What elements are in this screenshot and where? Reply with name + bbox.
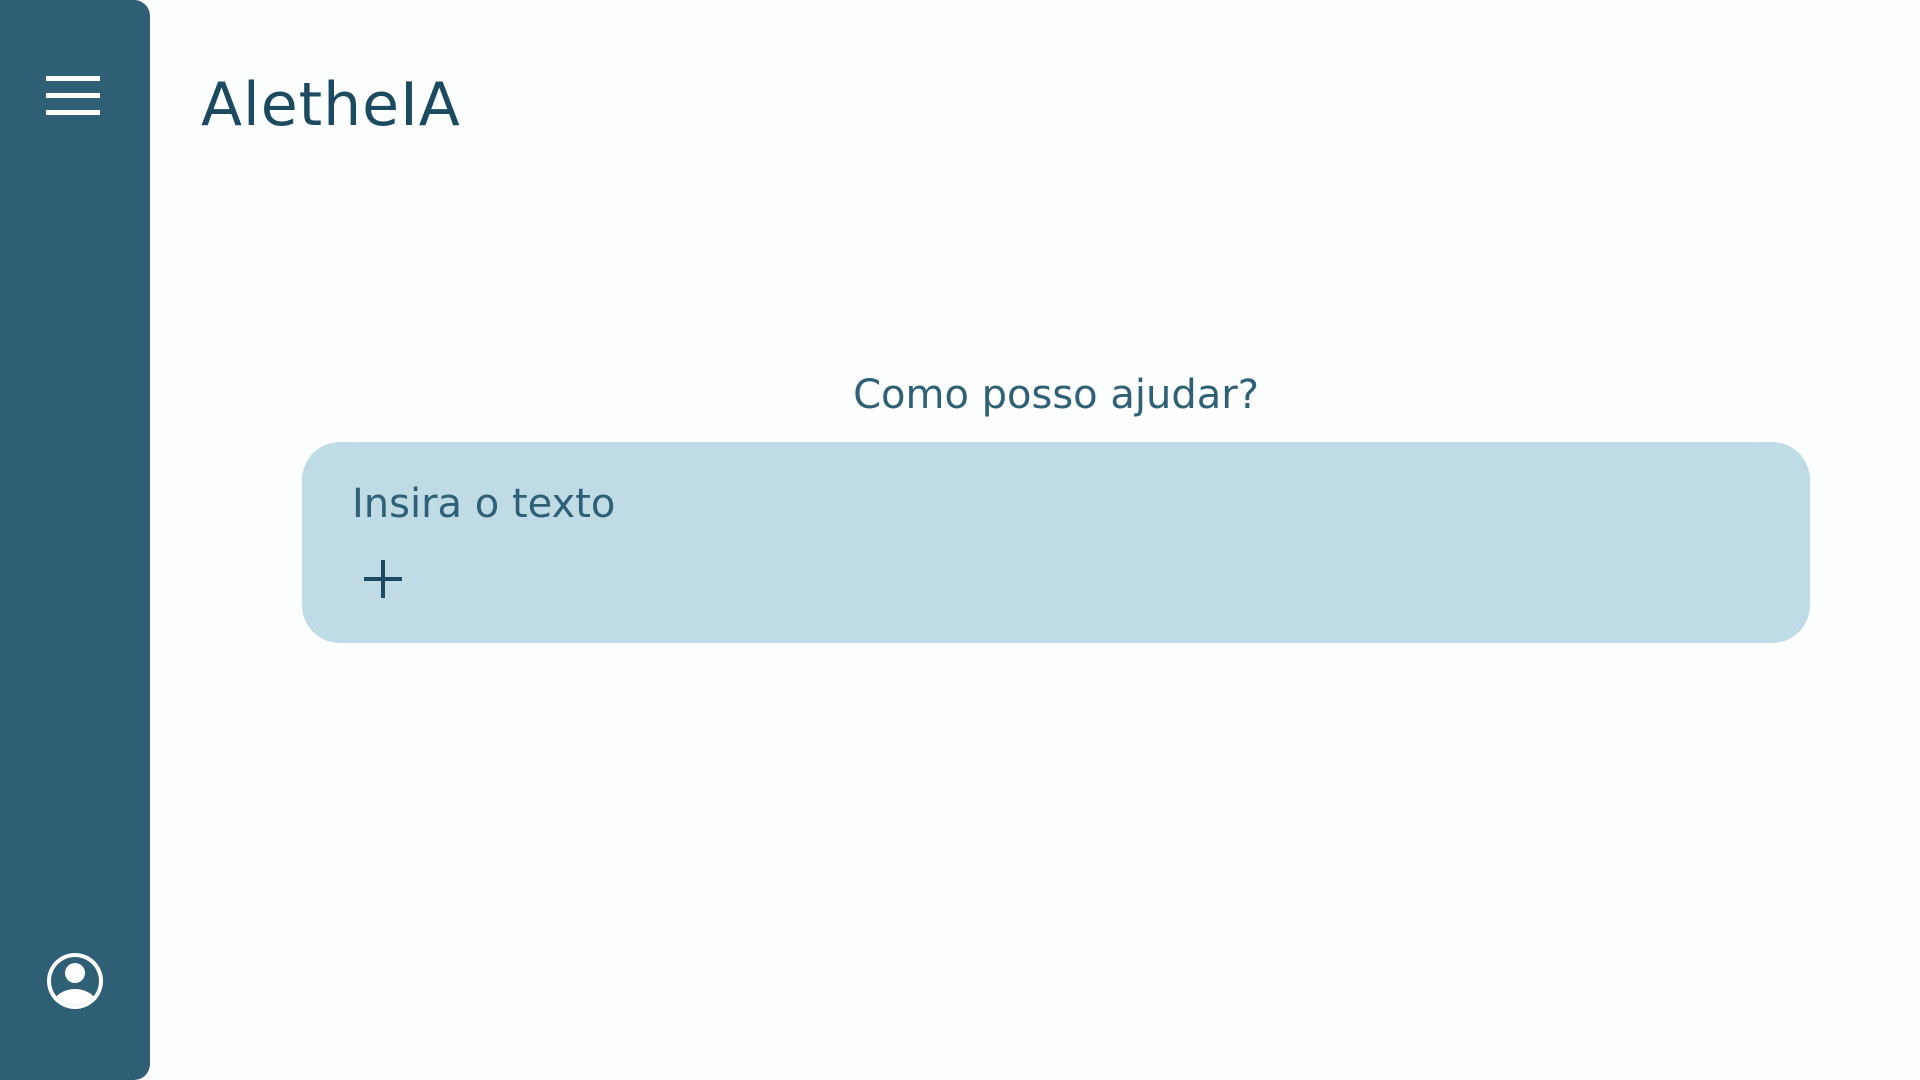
sidebar: [0, 0, 150, 1080]
message-composer: [302, 442, 1810, 643]
plus-icon: [364, 560, 402, 598]
app-title: AletheIA: [201, 70, 461, 140]
add-attachment-button[interactable]: [358, 554, 408, 604]
profile-button[interactable]: [44, 950, 106, 1012]
user-account-icon: [47, 953, 103, 1009]
message-input[interactable]: [352, 476, 1752, 532]
menu-button[interactable]: [46, 74, 102, 118]
prompt-heading: Como posso ajudar?: [853, 372, 1259, 418]
hamburger-menu-icon: [46, 76, 100, 115]
app-window: AletheIA Como posso ajudar?: [0, 0, 1920, 1080]
